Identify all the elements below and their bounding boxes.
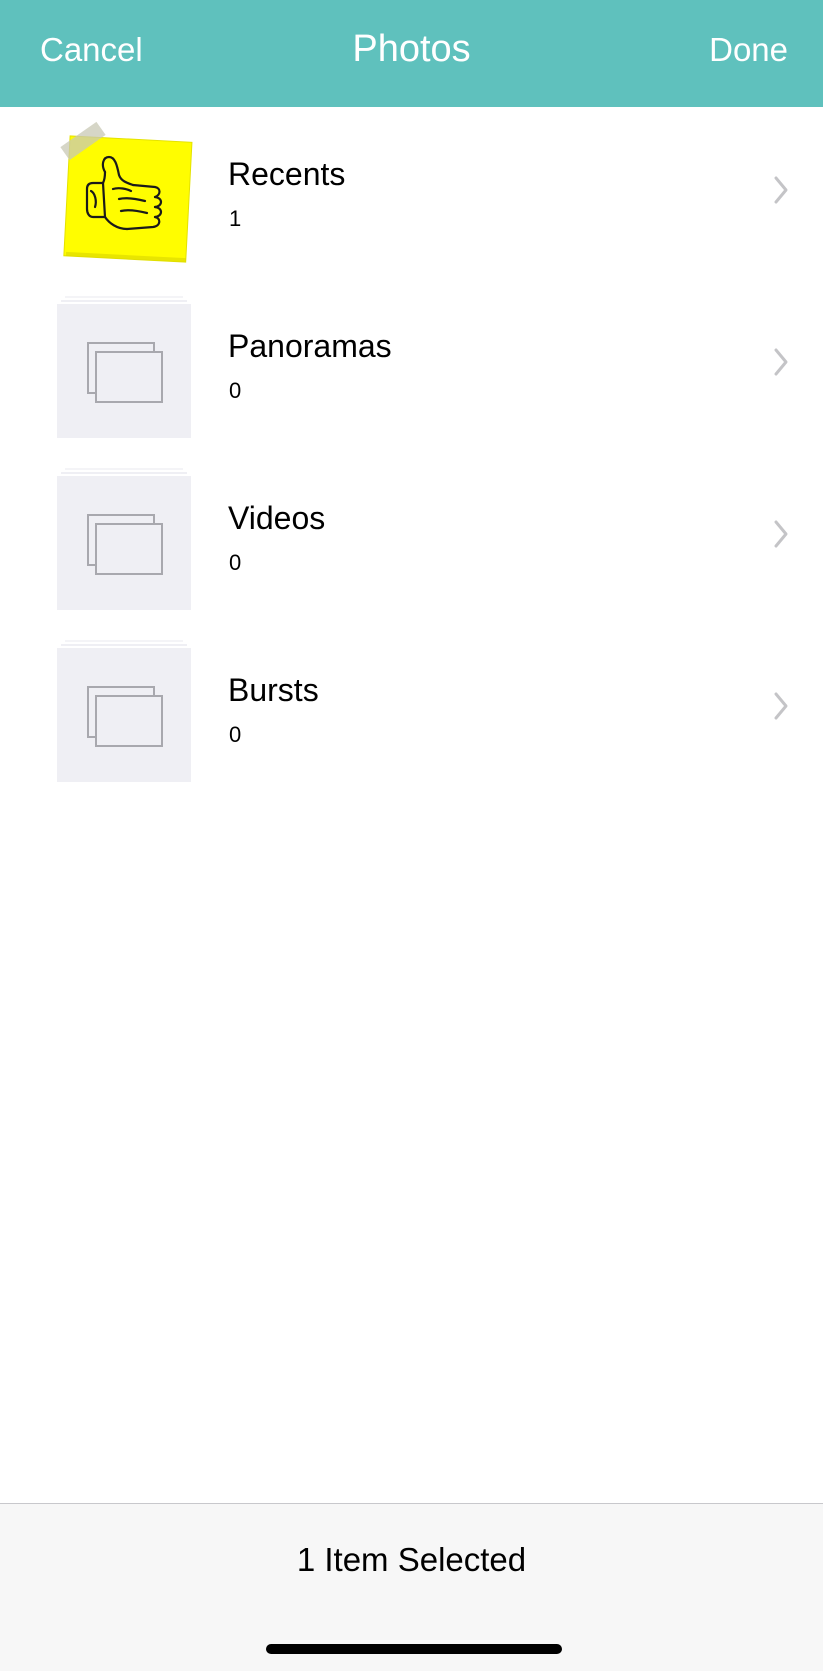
empty-album-icon [87, 342, 163, 403]
album-row-panoramas[interactable]: Panoramas 0 [0, 279, 823, 451]
page-title: Photos [352, 28, 471, 70]
photo-picker-screen: Cancel Photos Done Recents 1 Panoramas 0… [0, 0, 823, 1671]
album-list: Recents 1 Panoramas 0 Videos 0 Bursts 0 [0, 107, 823, 795]
album-row-recents[interactable]: Recents 1 [0, 107, 823, 279]
album-count: 0 [229, 378, 242, 403]
navigation-bar: Cancel Photos Done [0, 0, 823, 107]
album-row-videos[interactable]: Videos 0 [0, 451, 823, 623]
album-count: 0 [229, 722, 242, 747]
empty-album-thumbnail [57, 296, 191, 438]
chevron-right-icon [774, 692, 788, 720]
chevron-right-icon [774, 520, 788, 548]
empty-album-icon [87, 686, 163, 747]
album-count: 0 [229, 550, 242, 575]
album-title: Panoramas [228, 328, 392, 364]
empty-album-thumbnail [57, 468, 191, 610]
bottom-toolbar: 1 Item Selected [0, 1503, 823, 1671]
chevron-right-icon [774, 176, 788, 204]
empty-album-thumbnail [57, 640, 191, 782]
selection-status: 1 Item Selected [296, 1541, 527, 1578]
chevron-right-icon [774, 348, 788, 376]
album-title: Bursts [228, 672, 319, 708]
done-button[interactable]: Done [709, 30, 788, 70]
recents-thumbnail [57, 117, 197, 267]
thumbs-up-sticky-note-icon [60, 121, 193, 263]
home-indicator[interactable] [266, 1644, 562, 1654]
album-count: 1 [229, 206, 242, 231]
album-title: Recents [228, 156, 346, 192]
empty-album-icon [87, 514, 163, 575]
album-title: Videos [228, 500, 326, 536]
album-row-bursts[interactable]: Bursts 0 [0, 623, 823, 795]
